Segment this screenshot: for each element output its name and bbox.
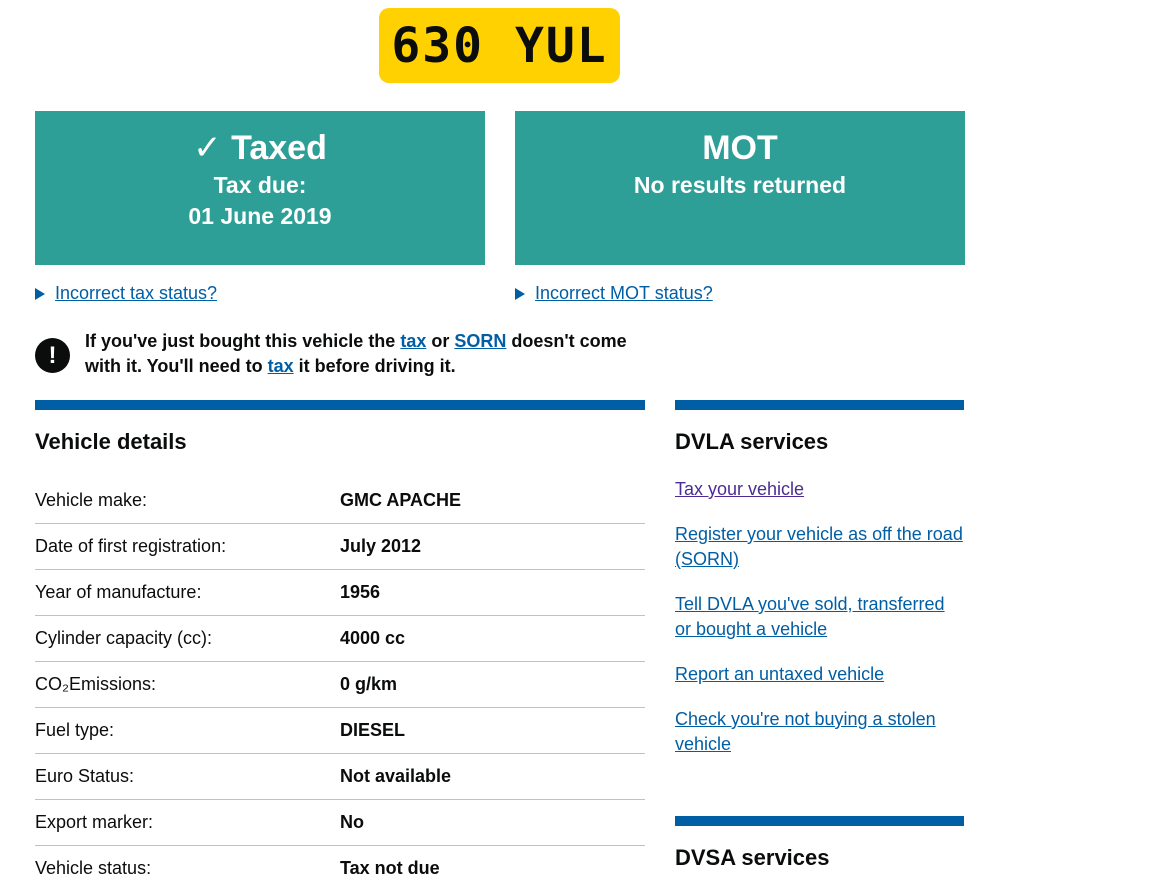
row-label: Vehicle make:	[35, 490, 148, 510]
sold-transferred-link[interactable]: Tell DVLA you've sold, transferred or bo…	[675, 592, 965, 642]
row-label: Export marker:	[35, 812, 154, 832]
row-label: Euro Status:	[35, 766, 135, 786]
row-label: CO₂Emissions:	[35, 674, 157, 694]
number-plate: 630 YUL	[379, 8, 620, 83]
tax-your-vehicle-link[interactable]: Tax your vehicle	[675, 477, 965, 502]
dvsa-services-heading: DVSA services	[675, 845, 830, 870]
row-value: DIESEL	[340, 720, 406, 740]
dvla-services-list: Tax your vehicle Register your vehicle a…	[675, 477, 965, 777]
mot-status-panel: MOT No results returned	[515, 111, 965, 265]
check-stolen-link[interactable]: Check you're not buying a stolen vehicle	[675, 707, 965, 757]
row-value: July 2012	[340, 536, 422, 556]
dvla-services-bar	[675, 400, 964, 410]
row-value: GMC APACHE	[340, 490, 461, 510]
mot-heading: MOT	[702, 129, 778, 167]
row-value: 1956	[340, 582, 381, 602]
vehicle-details-heading: Vehicle details	[35, 429, 187, 454]
incorrect-mot-link[interactable]: Incorrect MOT status?	[535, 283, 713, 304]
table-row: Vehicle make: GMC APACHE	[35, 478, 645, 524]
incorrect-tax-link[interactable]: Incorrect tax status?	[55, 283, 217, 304]
check-icon: ✓	[193, 129, 222, 167]
tax-status-panel: ✓ Taxed Tax due: 01 June 2019	[35, 111, 485, 265]
tax-due-label: Tax due:	[213, 172, 307, 198]
sorn-link[interactable]: SORN	[454, 331, 506, 351]
table-row: Year of manufacture: 1956	[35, 570, 645, 616]
row-label: Date of first registration:	[35, 536, 227, 556]
row-value: Not available	[340, 766, 452, 786]
warning-text-part: it before driving it.	[293, 356, 456, 376]
table-row: Date of first registration: July 2012	[35, 524, 645, 570]
row-label: Year of manufacture:	[35, 582, 202, 602]
table-row: CO₂Emissions: 0 g/km	[35, 662, 645, 708]
report-untaxed-link[interactable]: Report an untaxed vehicle	[675, 662, 965, 687]
table-row: Euro Status: Not available	[35, 754, 645, 800]
vehicle-details-bar	[35, 400, 645, 410]
warning-icon: !	[35, 338, 70, 373]
row-label: Vehicle status:	[35, 858, 152, 878]
incorrect-tax-toggle[interactable]: Incorrect tax status?	[35, 283, 217, 304]
incorrect-mot-toggle[interactable]: Incorrect MOT status?	[515, 283, 713, 304]
warning-text: If you've just bought this vehicle the t…	[85, 329, 645, 379]
dvsa-services-bar	[675, 816, 964, 826]
row-label: Cylinder capacity (cc):	[35, 628, 213, 648]
row-label: Fuel type:	[35, 720, 115, 740]
table-row: Fuel type: DIESEL	[35, 708, 645, 754]
warning-text-part: or	[426, 331, 455, 351]
triangle-right-icon	[35, 287, 45, 300]
table-row: Vehicle status: Tax not due	[35, 846, 645, 891]
tax-status-heading: ✓ Taxed	[35, 128, 485, 168]
table-row: Cylinder capacity (cc): 4000 cc	[35, 616, 645, 662]
sorn-vehicle-link[interactable]: Register your vehicle as off the road (S…	[675, 522, 965, 572]
tax-link-2[interactable]: tax	[268, 356, 294, 376]
tax-due-date: 01 June 2019	[188, 203, 332, 229]
table-row: Export marker: No	[35, 800, 645, 846]
mot-status-text: No results returned	[633, 172, 847, 198]
dvla-services-heading: DVLA services	[675, 429, 829, 454]
tax-status-text: Taxed	[231, 129, 327, 167]
row-value: Tax not due	[340, 858, 440, 878]
row-value: 0 g/km	[340, 674, 398, 694]
row-value: 4000 cc	[340, 628, 406, 648]
tax-link[interactable]: tax	[400, 331, 426, 351]
vehicle-details-table: Vehicle make: GMC APACHE Date of first re…	[35, 478, 645, 891]
triangle-right-icon	[515, 287, 525, 300]
row-value: No	[340, 812, 364, 832]
warning-text-part: If you've just bought this vehicle the	[85, 331, 401, 351]
